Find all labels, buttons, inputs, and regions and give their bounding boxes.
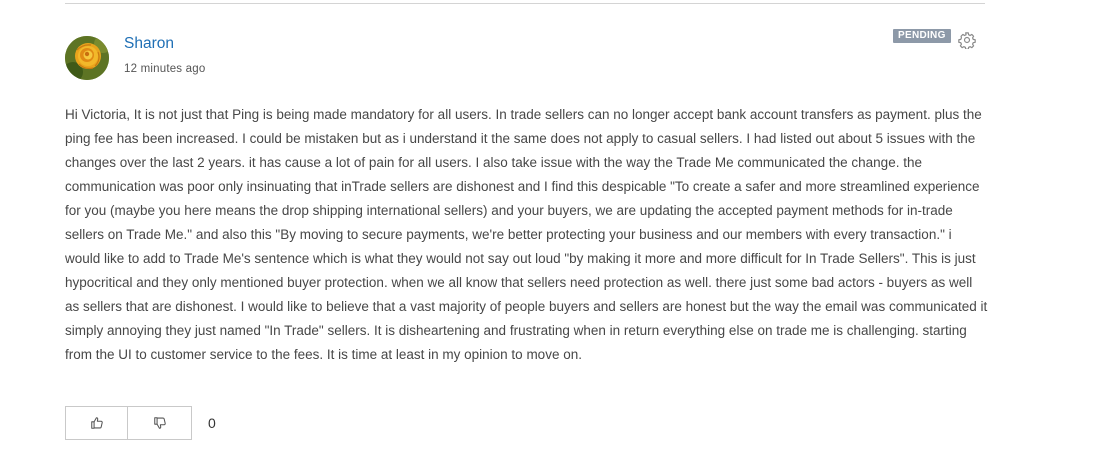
vote-buttons: [65, 406, 192, 440]
vote-count: 0: [208, 415, 216, 431]
thumbs-down-icon: [153, 417, 166, 429]
avatar[interactable]: [65, 36, 109, 80]
rose-flower-avatar-icon: [65, 36, 109, 80]
post-timestamp: 12 minutes ago: [124, 63, 206, 75]
post-body: Hi Victoria, It is not just that Ping is…: [65, 107, 988, 362]
gear-icon: [958, 32, 976, 50]
status-badge: PENDING: [893, 29, 951, 43]
thumbs-up-icon: [90, 417, 103, 429]
author-name-link[interactable]: Sharon: [124, 35, 174, 53]
downvote-button[interactable]: [128, 406, 192, 440]
upvote-button[interactable]: [65, 406, 128, 440]
top-divider: [65, 3, 985, 4]
settings-button[interactable]: [958, 31, 976, 50]
